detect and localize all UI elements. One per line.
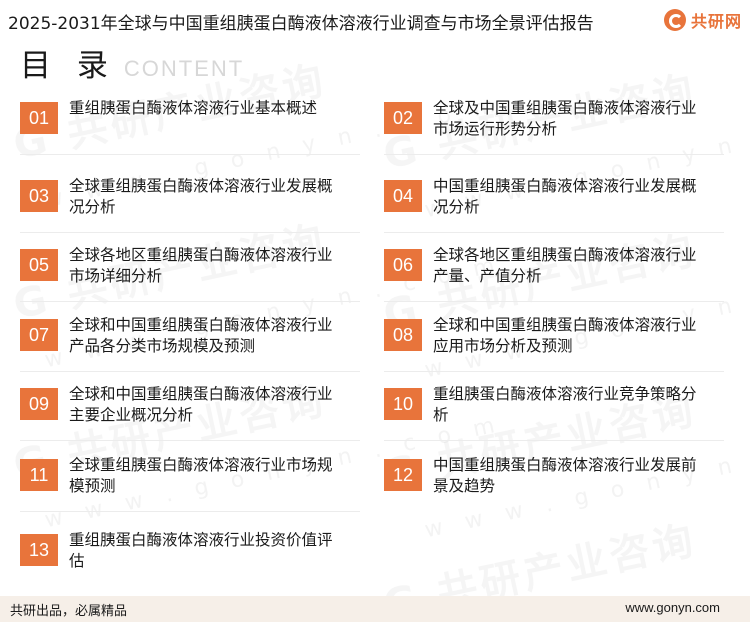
toc-title: 目 录 (20, 48, 116, 84)
toc-number-badge: 06 (384, 249, 422, 281)
entry-divider (20, 232, 360, 233)
toc-entry-02[interactable]: 02 全球及中国重组胰蛋白酶液体溶液行业市场运行形势分析 (384, 98, 724, 168)
toc-number-badge: 13 (20, 534, 58, 566)
brand-logo[interactable]: 共研网 (663, 8, 742, 32)
toc-number-badge: 11 (20, 459, 58, 491)
toc-entry-label: 全球各地区重组胰蛋白酶液体溶液行业市场详细分析 (69, 246, 333, 285)
toc-entry-label: 全球和中国重组胰蛋白酶液体溶液行业主要企业概况分析 (69, 385, 333, 424)
entry-divider (384, 154, 724, 155)
entry-divider (384, 232, 724, 233)
toc-number-badge: 02 (384, 102, 422, 134)
toc-entry-label: 全球和中国重组胰蛋白酶液体溶液行业应用市场分析及预测 (433, 316, 697, 355)
toc-heading: 目 录 CONTENT (20, 46, 244, 86)
toc-entry-07[interactable]: 07 全球和中国重组胰蛋白酶液体溶液行业产品各分类市场规模及预测 (20, 315, 360, 385)
toc-number-badge: 05 (20, 249, 58, 281)
toc-entry-01[interactable]: 01 重组胰蛋白酶液体溶液行业基本概述 (20, 98, 360, 168)
toc-entry-06[interactable]: 06 全球各地区重组胰蛋白酶液体溶液行业产量、产值分析 (384, 245, 724, 315)
toc-entry-05[interactable]: 05 全球各地区重组胰蛋白酶液体溶液行业市场详细分析 (20, 245, 360, 315)
report-header: 2025-2031年全球与中国重组胰蛋白酶液体溶液行业调查与市场全景评估报告 共… (0, 0, 750, 42)
toc-entry-label: 重组胰蛋白酶液体溶液行业投资价值评估 (69, 531, 333, 570)
toc-entry-03[interactable]: 03 全球重组胰蛋白酶液体溶液行业发展概况分析 (20, 176, 360, 246)
toc-entry-label: 中国重组胰蛋白酶液体溶液行业发展前景及趋势 (433, 456, 697, 495)
toc-entry-11[interactable]: 11 全球重组胰蛋白酶液体溶液行业市场规模预测 (20, 455, 360, 525)
toc-entry-label: 全球各地区重组胰蛋白酶液体溶液行业产量、产值分析 (433, 246, 697, 285)
toc-entry-label: 全球及中国重组胰蛋白酶液体溶液行业市场运行形势分析 (433, 99, 697, 138)
toc-entry-label: 重组胰蛋白酶液体溶液行业基本概述 (69, 99, 318, 117)
toc-subtitle: CONTENT (123, 56, 245, 81)
toc-entry-label: 中国重组胰蛋白酶液体溶液行业发展概况分析 (433, 177, 697, 216)
report-title: 2025-2031年全球与中国重组胰蛋白酶液体溶液行业调查与市场全景评估报告 (8, 14, 594, 34)
toc-entry-04[interactable]: 04 中国重组胰蛋白酶液体溶液行业发展概况分析 (384, 176, 724, 246)
toc-number-badge: 03 (20, 180, 58, 212)
toc-number-badge: 01 (20, 102, 58, 134)
toc-number-badge: 08 (384, 319, 422, 351)
entry-divider (20, 440, 360, 441)
toc-entry-label: 重组胰蛋白酶液体溶液行业竞争策略分析 (433, 385, 697, 424)
toc-entry-label: 全球重组胰蛋白酶液体溶液行业发展概况分析 (69, 177, 333, 216)
footer-website-link[interactable]: www.gonyn.com (625, 600, 720, 615)
toc-entry-09[interactable]: 09 全球和中国重组胰蛋白酶液体溶液行业主要企业概况分析 (20, 384, 360, 454)
toc-number-badge: 04 (384, 180, 422, 212)
toc-entry-08[interactable]: 08 全球和中国重组胰蛋白酶液体溶液行业应用市场分析及预测 (384, 315, 724, 385)
toc-entry-label: 全球和中国重组胰蛋白酶液体溶液行业产品各分类市场规模及预测 (69, 316, 333, 355)
toc-number-badge: 12 (384, 459, 422, 491)
entry-divider (20, 371, 360, 372)
entry-divider (20, 301, 360, 302)
entry-divider (384, 371, 724, 372)
logo-text: 共研网 (690, 12, 742, 31)
footer-slogan: 共研出品，必属精品 (10, 604, 128, 619)
toc-number-badge: 07 (20, 319, 58, 351)
toc-entry-13[interactable]: 13 重组胰蛋白酶液体溶液行业投资价值评估 (20, 530, 350, 600)
entry-divider (384, 440, 724, 441)
toc-entry-12[interactable]: 12 中国重组胰蛋白酶液体溶液行业发展前景及趋势 (384, 455, 714, 525)
entry-divider (384, 301, 724, 302)
toc-number-badge: 10 (384, 388, 422, 420)
toc-entry-10[interactable]: 10 重组胰蛋白酶液体溶液行业竞争策略分析 (384, 384, 724, 454)
entry-divider (20, 154, 360, 155)
page-footer: 共研出品，必属精品 www.gonyn.com (0, 596, 750, 622)
gonyn-logo-icon (663, 9, 686, 31)
entry-divider (20, 511, 360, 512)
toc-entry-label: 全球重组胰蛋白酶液体溶液行业市场规模预测 (69, 456, 333, 495)
toc-number-badge: 09 (20, 388, 58, 420)
